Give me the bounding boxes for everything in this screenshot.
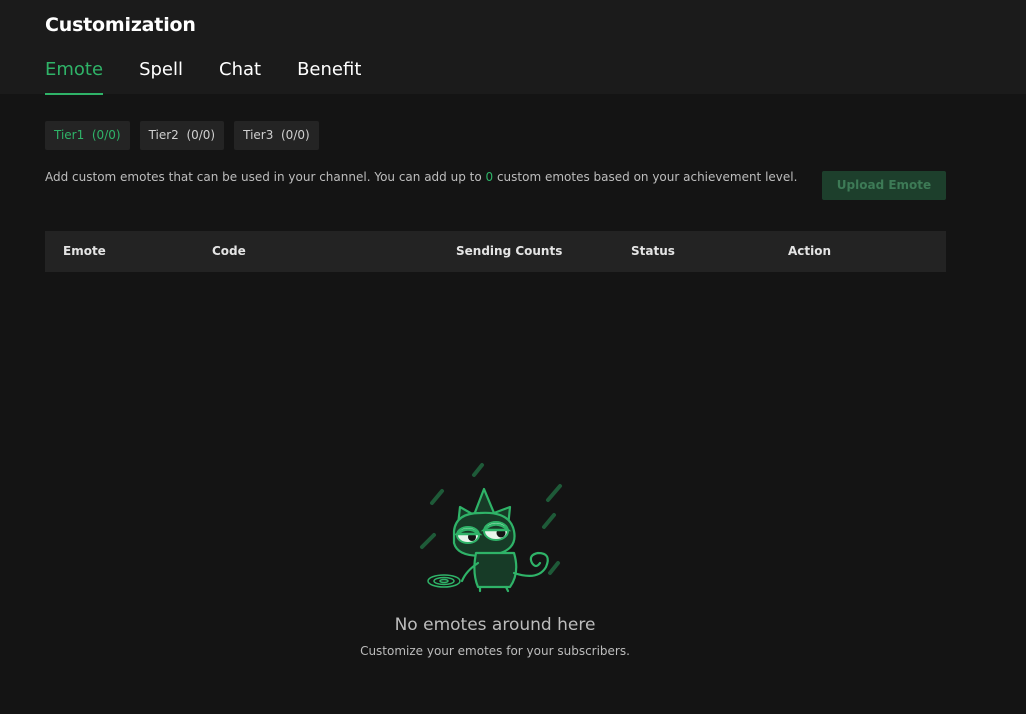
page-title: Customization: [45, 14, 196, 36]
tier-1-button[interactable]: Tier1 (0/0): [45, 121, 130, 150]
column-header-code: Code: [212, 244, 246, 258]
header: Customization Emote Spell Chat Benefit: [0, 0, 1026, 95]
column-header-sending-counts: Sending Counts: [456, 244, 563, 258]
tier-2-button[interactable]: Tier2 (0/0): [139, 121, 225, 150]
upload-emote-button[interactable]: Upload Emote: [822, 171, 946, 200]
tab-chat[interactable]: Chat: [219, 58, 261, 94]
tab-bar: Emote Spell Chat Benefit: [45, 58, 397, 95]
tab-benefit[interactable]: Benefit: [297, 58, 361, 94]
column-header-action: Action: [788, 244, 832, 258]
column-header-emote: Emote: [63, 244, 106, 258]
empty-state-subtitle: Customize your emotes for your subscribe…: [360, 644, 630, 658]
emote-limit-count: 0: [485, 170, 494, 184]
description-text-end: custom emotes based on your achievement …: [493, 170, 798, 184]
tier-selector: Tier1 (0/0) Tier2 (0/0) Tier3 (0/0): [45, 121, 319, 150]
tab-spell[interactable]: Spell: [139, 58, 183, 94]
empty-state-title: No emotes around here: [394, 615, 596, 635]
description-text-start: Add custom emotes that can be used in yo…: [45, 170, 486, 184]
tab-emote[interactable]: Emote: [45, 58, 104, 95]
table-header: Emote Code Sending Counts Status Action: [45, 231, 946, 272]
chameleon-illustration-icon: [418, 455, 568, 595]
emote-description: Add custom emotes that can be used in yo…: [45, 168, 805, 186]
column-header-status: Status: [631, 244, 675, 258]
tier-3-button[interactable]: Tier3 (0/0): [234, 121, 319, 150]
